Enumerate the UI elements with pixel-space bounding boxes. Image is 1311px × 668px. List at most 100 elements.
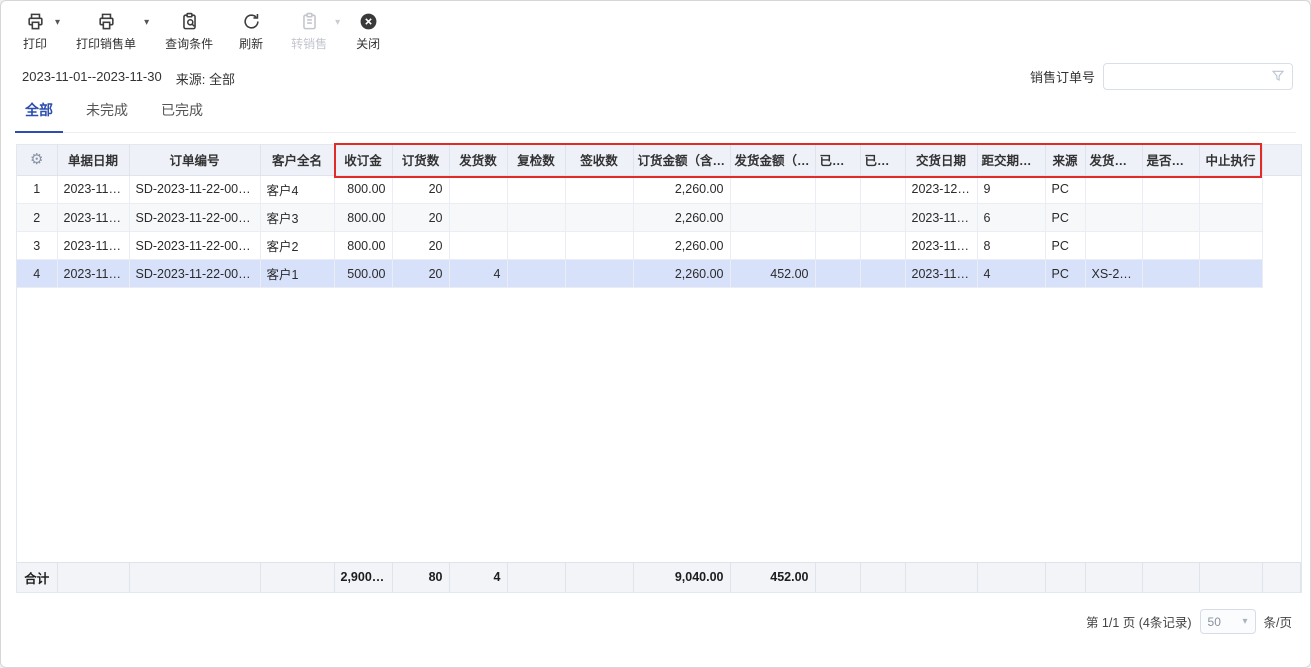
cell-link[interactable]: 4 [449, 260, 507, 288]
print-sales-order-dropdown-caret[interactable]: ▾ [144, 17, 149, 28]
clipboard-icon [300, 11, 319, 31]
column-header[interactable]: 发货单号 [1085, 145, 1142, 175]
cell: 2023-12-01 [905, 176, 977, 204]
cell [730, 204, 815, 232]
cell: 4 [17, 260, 57, 288]
page-info: 第 1/1 页 (4条记录) [1086, 612, 1192, 631]
cell [507, 260, 565, 288]
cell-link[interactable]: SD-2023-11-22-000... [129, 176, 260, 204]
column-header[interactable]: 中止执行 [1199, 145, 1262, 175]
print-sales-order-button[interactable]: 打印销售单 [76, 11, 136, 52]
table-row[interactable]: 42023-11-22SD-2023-11-22-000...客户1500.00… [17, 260, 1301, 288]
cell-link[interactable]: XS-2023... [1085, 260, 1142, 288]
row-filler [1262, 232, 1301, 260]
table-row[interactable]: 22023-11-22SD-2023-11-22-000...客户3800.00… [17, 204, 1301, 232]
query-conditions-button[interactable]: 查询条件 [165, 11, 213, 52]
cell: 2,260.00 [633, 204, 730, 232]
printer-icon [26, 11, 45, 31]
tab-completed[interactable]: 已完成 [151, 100, 213, 133]
summary-cell: 2,900.00 [334, 562, 392, 592]
cell [1142, 204, 1199, 232]
column-header[interactable]: 来源 [1045, 145, 1085, 175]
filter-funnel-icon[interactable] [1270, 68, 1286, 84]
column-header[interactable]: 发货金额（含税 [730, 145, 815, 175]
summary-cell [1142, 562, 1199, 592]
column-header[interactable]: 发货数 [449, 145, 507, 175]
cell: PC [1045, 204, 1085, 232]
column-header[interactable]: 已结算 [815, 145, 860, 175]
cell [565, 260, 633, 288]
cell [860, 176, 905, 204]
column-header[interactable]: 收订金 [334, 145, 392, 175]
source-text: 来源: 全部 [176, 69, 235, 88]
column-header[interactable]: 是否完成 [1142, 145, 1199, 175]
print-button[interactable]: 打印 [23, 11, 47, 52]
cell-link[interactable]: SD-2023-11-22-000... [129, 260, 260, 288]
cell-link[interactable]: 452.00 [730, 260, 815, 288]
toolbar: 打印 ▾ 打印销售单 ▾ 查询条件 刷新 转销售 ▾ [23, 11, 380, 52]
summary-cell: 80 [392, 562, 449, 592]
print-dropdown-caret[interactable]: ▾ [55, 17, 60, 28]
cell: 2023-11-22 [57, 204, 129, 232]
summary-cell [129, 562, 260, 592]
row-filler [1262, 260, 1301, 288]
cell: 20 [392, 232, 449, 260]
sales-order-no-input[interactable] [1103, 63, 1293, 90]
column-header[interactable]: 交货日期 [905, 145, 977, 175]
cell-link[interactable]: 500.00 [334, 260, 392, 288]
summary-filler [1262, 562, 1301, 592]
cell: 9 [977, 176, 1045, 204]
summary-cell [977, 562, 1045, 592]
cell: 6 [977, 204, 1045, 232]
printer-icon [97, 11, 116, 31]
page-size-select[interactable]: 50 ▾ [1200, 609, 1256, 634]
column-header[interactable]: 订货金额（含税） [633, 145, 730, 175]
tab-all[interactable]: 全部 [15, 100, 63, 133]
cell: 4 [977, 260, 1045, 288]
refresh-button[interactable]: 刷新 [239, 11, 263, 52]
column-header[interactable]: 距交期（天） [977, 145, 1045, 175]
column-header[interactable]: 客户全名 [260, 145, 334, 175]
cell-link[interactable]: 800.00 [334, 232, 392, 260]
refresh-icon [242, 11, 261, 31]
cell-link[interactable]: 800.00 [334, 204, 392, 232]
close-button[interactable]: 关闭 [356, 11, 380, 52]
cell [565, 176, 633, 204]
sales-order-search: 销售订单号 [1030, 63, 1293, 90]
grid-body: 12023-11-22SD-2023-11-22-000...客户4800.00… [17, 176, 1301, 562]
tab-incomplete[interactable]: 未完成 [76, 100, 138, 133]
table-row[interactable]: 12023-11-22SD-2023-11-22-000...客户4800.00… [17, 176, 1301, 204]
summary-cell [1045, 562, 1085, 592]
cell: PC [1045, 260, 1085, 288]
cell: 20 [392, 260, 449, 288]
column-header[interactable]: 已开票 [860, 145, 905, 175]
cell: PC [1045, 176, 1085, 204]
cell: 2023-11-28 [905, 204, 977, 232]
cell [860, 232, 905, 260]
cell [565, 204, 633, 232]
summary-cell [860, 562, 905, 592]
grid-rows: 12023-11-22SD-2023-11-22-000...客户4800.00… [17, 176, 1301, 289]
cell [860, 204, 905, 232]
column-header[interactable]: 复检数 [507, 145, 565, 175]
cell: 客户1 [260, 260, 334, 288]
print-label: 打印 [23, 35, 47, 52]
cell [565, 232, 633, 260]
orders-grid: ⚙ 单据日期订单编号客户全名收订金订货数发货数复检数签收数订货金额（含税）发货金额… [16, 144, 1302, 593]
table-row[interactable]: 32023-11-22SD-2023-11-22-000...客户2800.00… [17, 232, 1301, 260]
cell: 客户2 [260, 232, 334, 260]
grid-header: ⚙ 单据日期订单编号客户全名收订金订货数发货数复检数签收数订货金额（含税）发货金额… [17, 145, 1301, 176]
summary-cell [57, 562, 129, 592]
column-header[interactable]: 订单编号 [129, 145, 260, 175]
cell-link[interactable]: SD-2023-11-22-000... [129, 204, 260, 232]
settings-column-header[interactable]: ⚙ [17, 145, 57, 175]
cell-link[interactable]: 800.00 [334, 176, 392, 204]
cell [1085, 176, 1142, 204]
column-header[interactable]: 订货数 [392, 145, 449, 175]
cell: 2 [17, 204, 57, 232]
column-header[interactable]: 签收数 [565, 145, 633, 175]
cell: 2023-11-22 [57, 232, 129, 260]
gear-icon[interactable]: ⚙ [30, 151, 43, 168]
cell-link[interactable]: SD-2023-11-22-000... [129, 232, 260, 260]
column-header[interactable]: 单据日期 [57, 145, 129, 175]
